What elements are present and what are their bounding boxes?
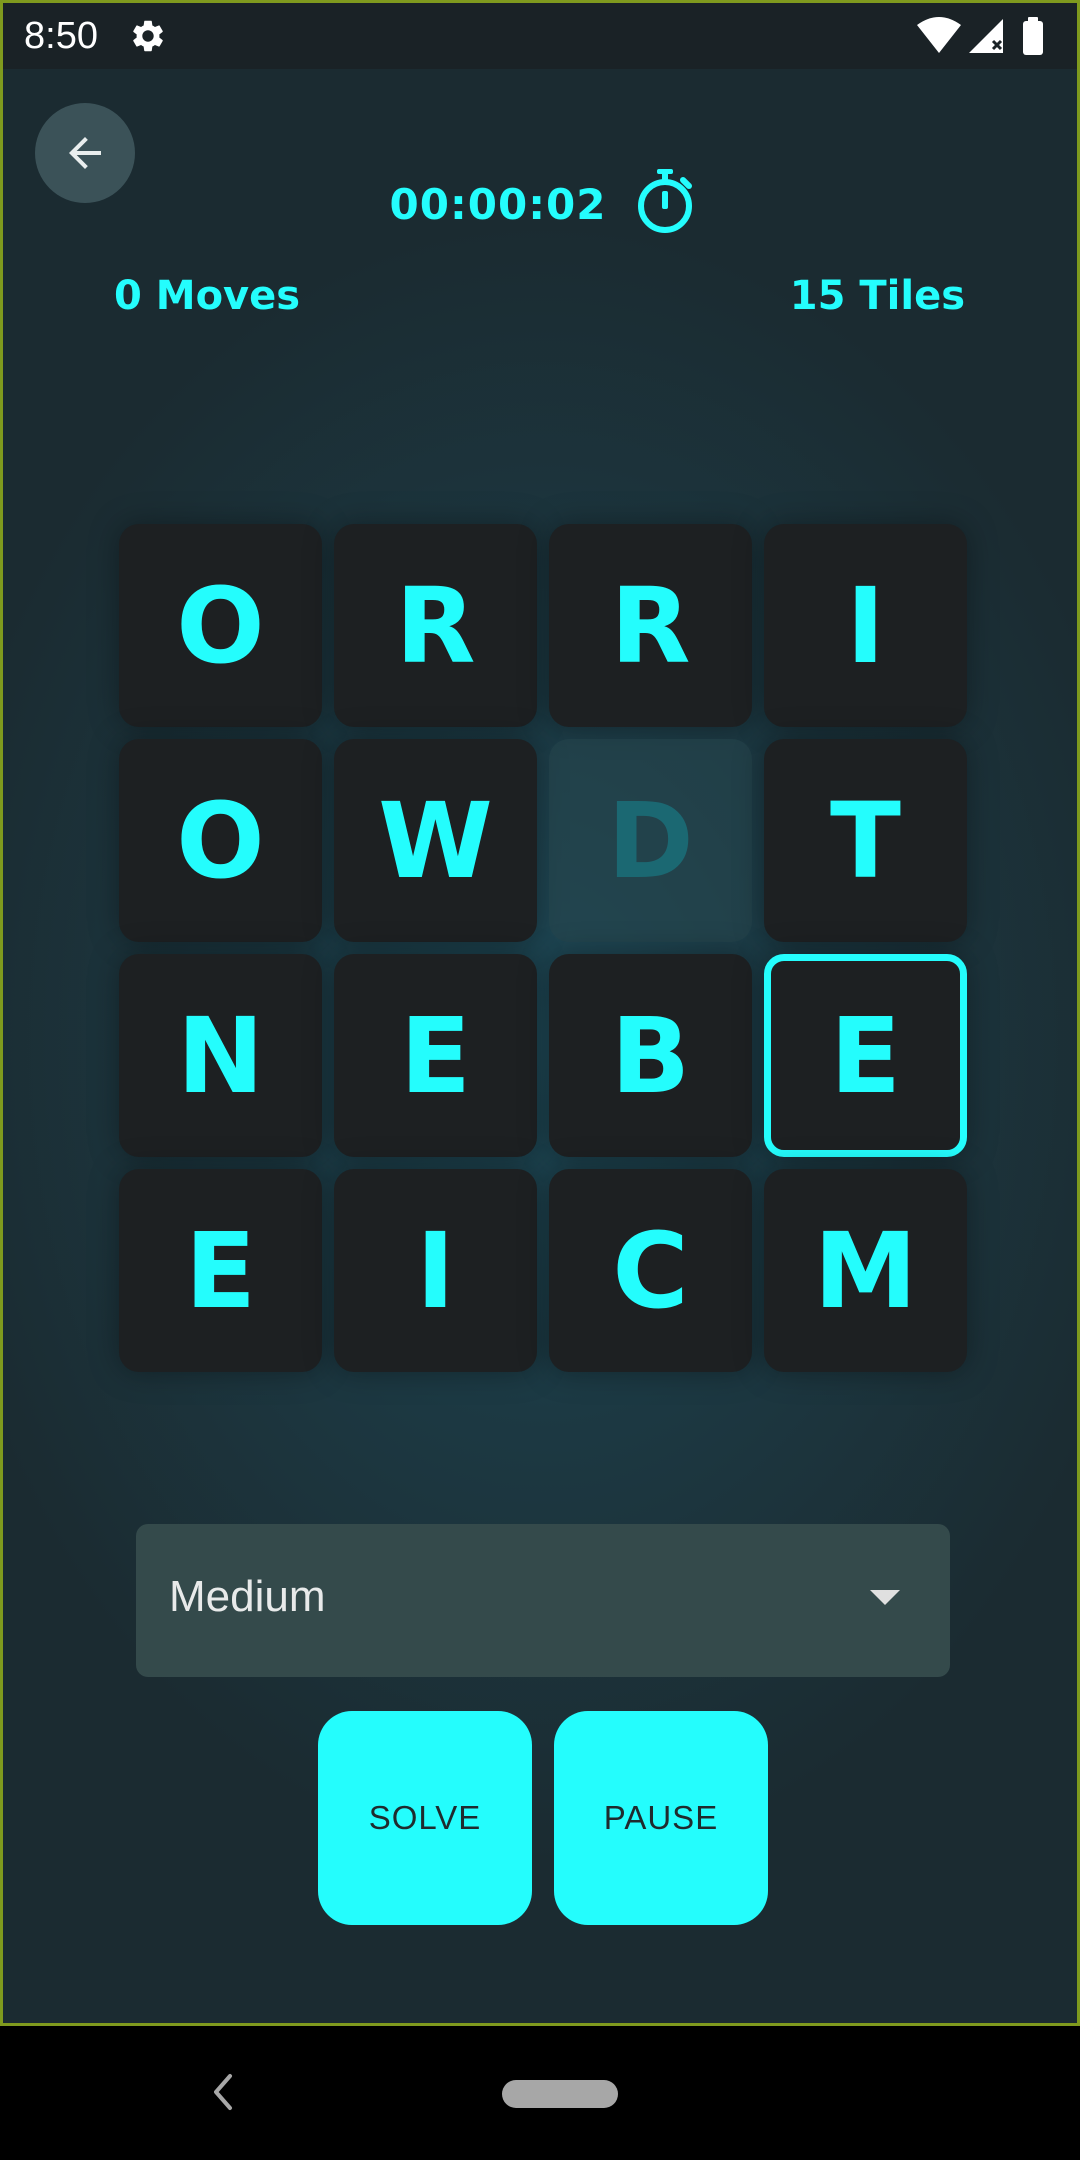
difficulty-dropdown[interactable]: Medium [136,1524,950,1677]
tile-2-3[interactable]: D [549,739,752,942]
tile-3-1[interactable]: N [119,954,322,1157]
tile-3-2[interactable]: E [334,954,537,1157]
tile-1-3[interactable]: R [549,524,752,727]
tile-3-3[interactable]: B [549,954,752,1157]
status-time: 8:50 [24,15,98,57]
tile-4-2[interactable]: I [334,1169,537,1372]
battery-icon [1023,21,1043,55]
arrow-left-icon [69,137,101,169]
tile-4-1[interactable]: E [119,1169,322,1372]
tile-2-4[interactable]: T [764,739,967,942]
pause-button[interactable]: PAUSE [554,1711,768,1925]
tile-1-4[interactable]: I [764,524,967,727]
tile-4-3[interactable]: C [549,1169,752,1372]
tiles-counter: 15 Tiles [789,273,965,319]
difficulty-value: Medium [169,1572,326,1621]
game-screen: 8:50 00:00:02 0 Moves 15 Tiles ORRIOWDTN… [0,0,1080,2026]
tile-1-2[interactable]: R [334,524,537,727]
solve-button[interactable]: SOLVE [318,1711,532,1925]
moves-counter: 0 Moves [114,273,301,319]
tile-2-2[interactable]: W [334,739,537,942]
stopwatch-icon [638,169,693,233]
timer-text: 00:00:02 [389,179,607,229]
nav-back-icon[interactable] [208,2070,238,2114]
navigation-bar [0,2026,1080,2160]
gear-icon [133,20,163,52]
nav-home-pill[interactable] [502,2080,618,2108]
timer: 00:00:02 [3,169,1077,235]
dropdown-arrow-icon [870,1590,900,1605]
puzzle-board: ORRIOWDTNEBEEICM [119,524,968,1373]
tile-1-1[interactable]: O [119,524,322,727]
wifi-icon [917,17,961,53]
status-bar: 8:50 [3,3,1077,69]
tile-2-1[interactable]: O [119,739,322,942]
tile-3-4[interactable]: E [764,954,967,1157]
tile-4-4[interactable]: M [764,1169,967,1372]
status-icons [917,17,1043,55]
